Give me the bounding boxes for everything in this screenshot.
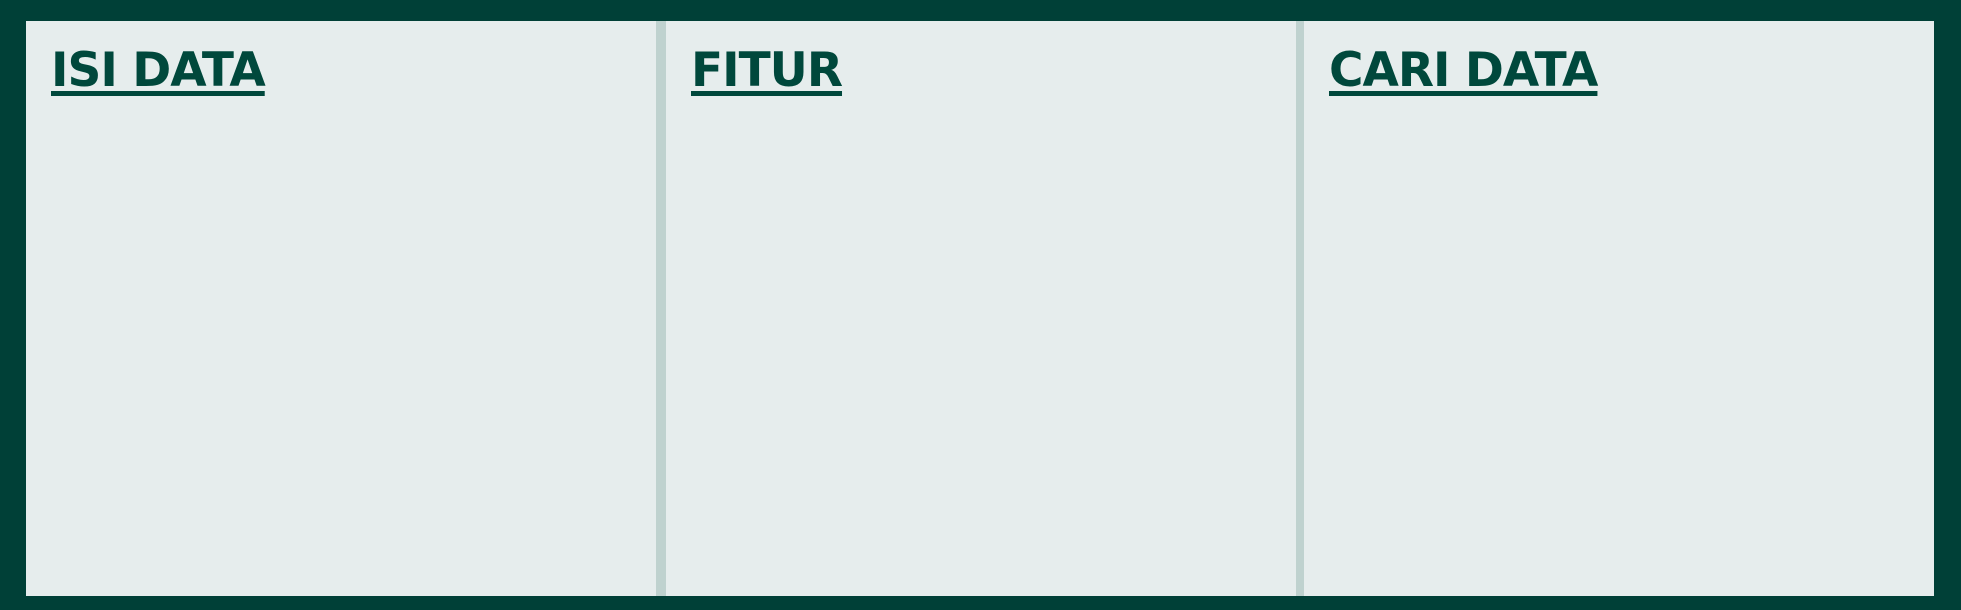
panel-isi-data: ISI DATA: [26, 21, 656, 596]
panel-title-isi-data[interactable]: ISI DATA: [51, 47, 266, 94]
panel-title-fitur[interactable]: FITUR: [691, 47, 843, 94]
panel-cari-data: CARI DATA: [1304, 21, 1934, 596]
panel-title-cari-data[interactable]: CARI DATA: [1329, 47, 1598, 94]
panel-fitur: FITUR: [666, 21, 1296, 596]
panels-container: ISI DATA FITUR CARI DATA: [26, 21, 1934, 596]
